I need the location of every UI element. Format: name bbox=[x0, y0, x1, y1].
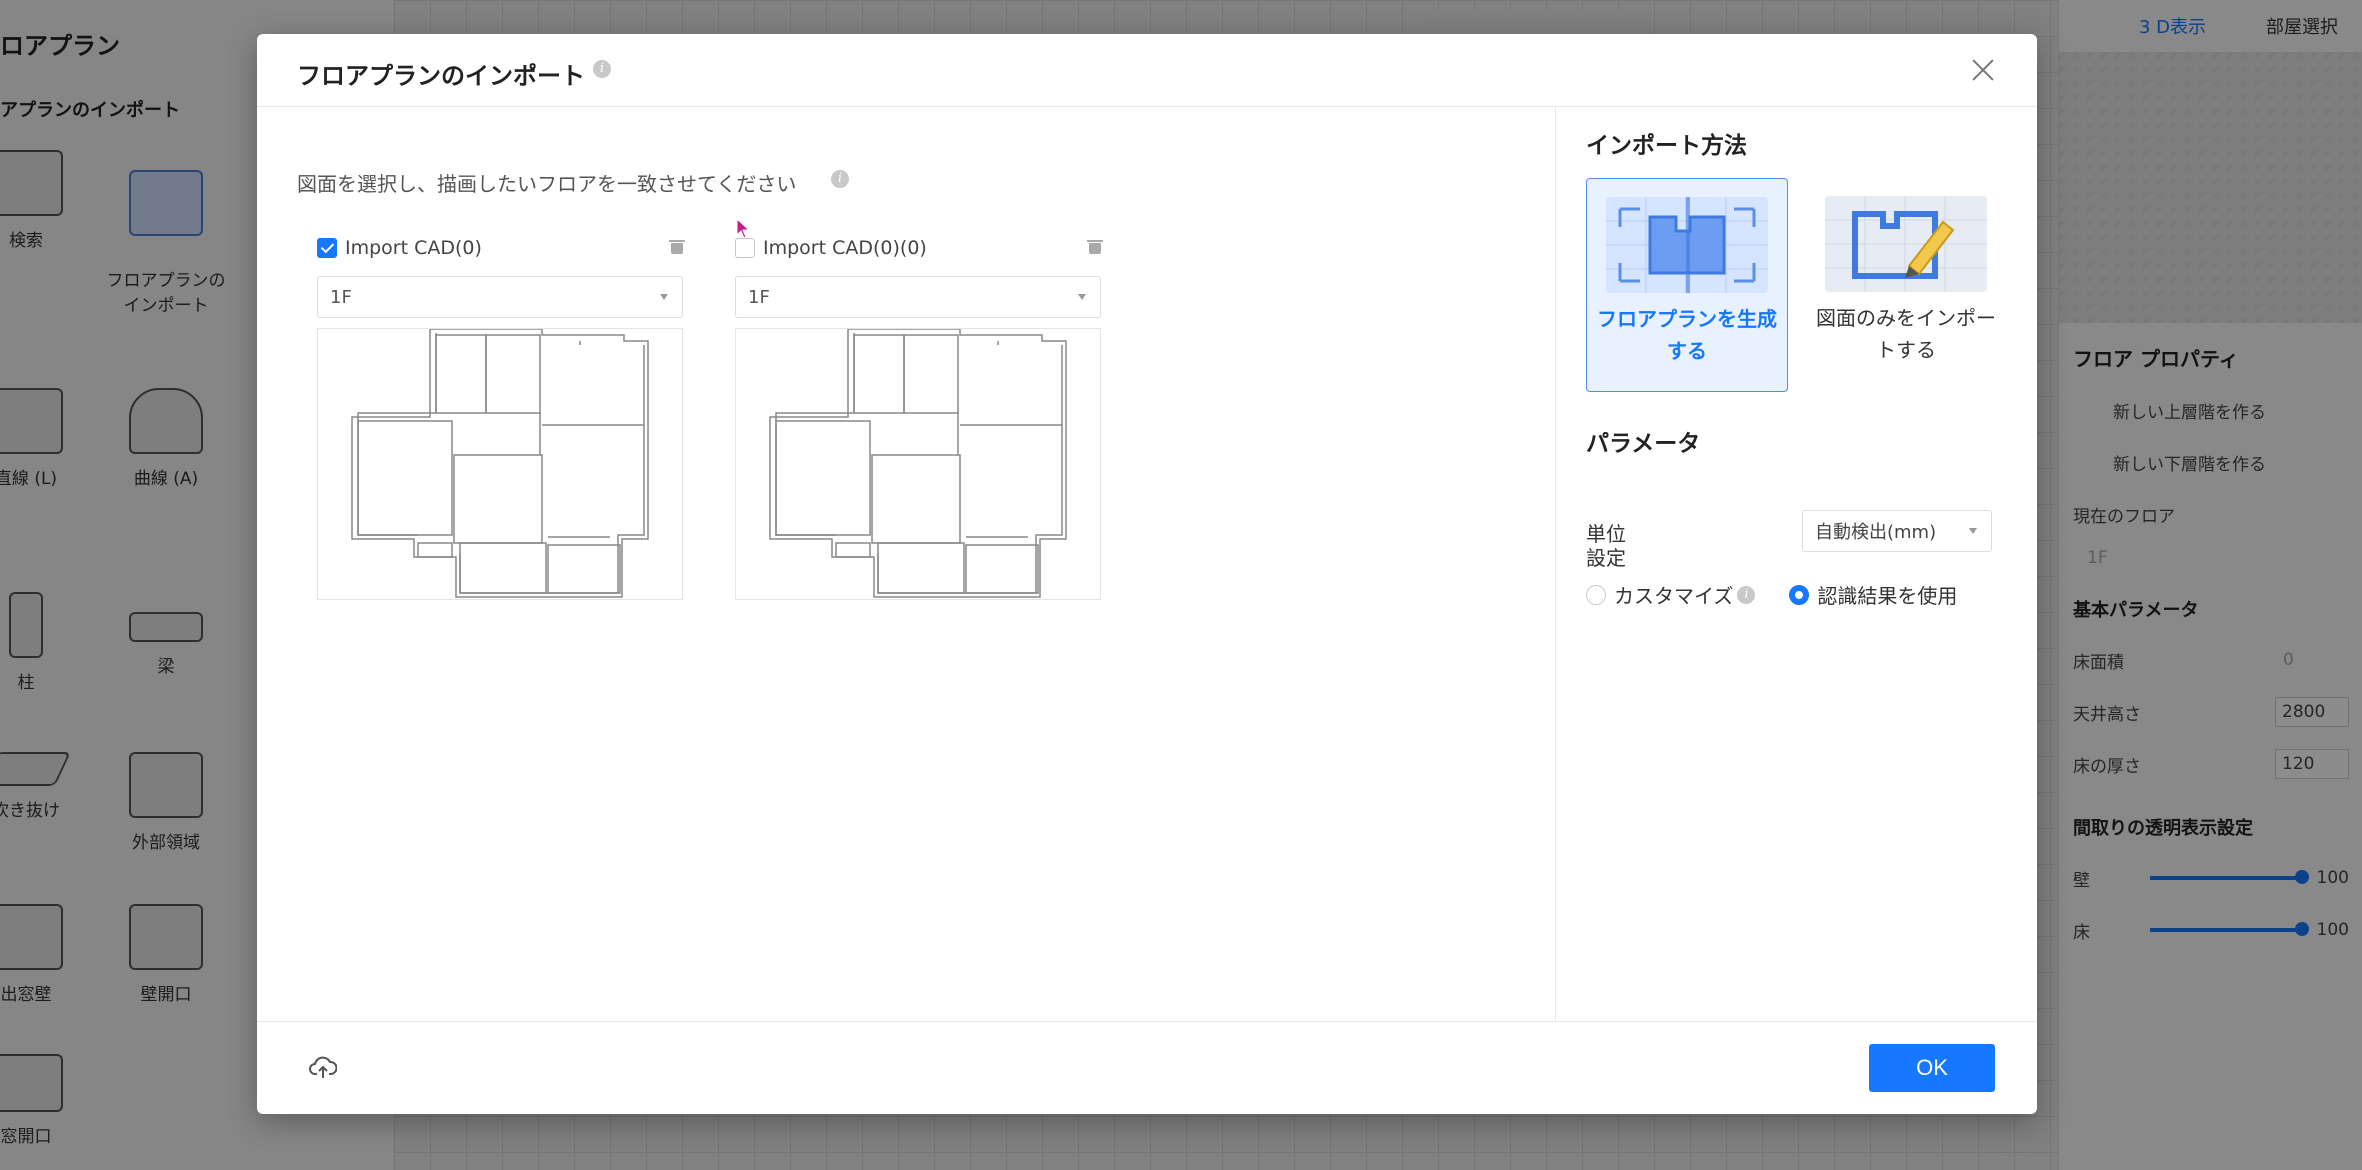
drawing-card: Import CAD(0)(0) 1F bbox=[735, 232, 1103, 600]
close-icon[interactable] bbox=[1969, 56, 1997, 84]
drawing-card: Import CAD(0) 1F bbox=[317, 232, 685, 600]
caret-down-icon bbox=[1078, 294, 1086, 300]
drawing-card-header: Import CAD(0)(0) bbox=[735, 232, 1103, 264]
drawing-name: Import CAD(0) bbox=[345, 237, 482, 259]
settings-radio-group: カスタマイズ i 認識結果を使用 bbox=[1586, 580, 1957, 609]
upload-cloud-icon[interactable] bbox=[309, 1054, 337, 1082]
method-generate-floorplan[interactable]: フロアプランを生成する bbox=[1586, 178, 1788, 392]
trash-icon[interactable] bbox=[1087, 240, 1103, 254]
dialog-header: フロアプランのインポート i bbox=[257, 34, 2037, 107]
method-label: 図面のみをインポートする bbox=[1816, 306, 1996, 362]
drawing-checkbox[interactable] bbox=[735, 238, 755, 258]
radio-customize-label[interactable]: カスタマイズ bbox=[1614, 580, 1733, 609]
method-import-drawing-only[interactable]: 図面のみをインポートする bbox=[1806, 178, 2006, 390]
drawing-selection-area: 図面を選択し、描画したいフロアを一致させてください i Import CAD(0… bbox=[257, 106, 1556, 1022]
generate-floorplan-icon bbox=[1606, 197, 1768, 293]
radio-use-recognized[interactable] bbox=[1789, 584, 1810, 605]
drawing-checkbox[interactable] bbox=[317, 238, 337, 258]
floorplan-thumbnail bbox=[317, 328, 683, 600]
ok-button[interactable]: OK bbox=[1869, 1044, 1995, 1092]
caret-down-icon bbox=[660, 294, 668, 300]
caret-down-icon bbox=[1969, 528, 1977, 534]
info-icon[interactable]: i bbox=[1737, 585, 1756, 604]
info-icon[interactable]: i bbox=[831, 170, 849, 188]
import-floorplan-dialog: フロアプランのインポート i 図面を選択し、描画したいフロアを一致させてください… bbox=[257, 34, 2037, 1114]
drawing-name: Import CAD(0)(0) bbox=[763, 237, 927, 259]
floorplan-drawing bbox=[769, 328, 1067, 598]
params-title: パラメータ bbox=[1586, 431, 1701, 457]
dialog-footer: OK bbox=[257, 1021, 2037, 1114]
drawing-card-header: Import CAD(0) bbox=[317, 232, 685, 264]
trash-icon[interactable] bbox=[669, 240, 685, 254]
radio-use-recognized-label[interactable]: 認識結果を使用 bbox=[1817, 580, 1957, 609]
floorplan-drawing bbox=[351, 328, 649, 598]
info-icon[interactable]: i bbox=[593, 60, 611, 78]
import-drawing-icon bbox=[1825, 196, 1987, 292]
settings-label: 設定 bbox=[1586, 546, 1626, 570]
floor-select[interactable]: 1F bbox=[735, 276, 1101, 318]
radio-customize[interactable] bbox=[1586, 584, 1606, 605]
import-options-panel: インポート方法 フロアプランを生成する 図面のみをインポートする パラメータ 単… bbox=[1556, 106, 2037, 1022]
instruction-text: 図面を選択し、描画したいフロアを一致させてください bbox=[297, 172, 797, 196]
mouse-cursor-icon bbox=[736, 218, 750, 239]
floorplan-thumbnail bbox=[735, 328, 1101, 600]
floor-select[interactable]: 1F bbox=[317, 276, 683, 318]
method-label: フロアプランを生成する bbox=[1597, 307, 1777, 363]
dialog-title: フロアプランのインポート bbox=[297, 62, 585, 90]
import-method-title: インポート方法 bbox=[1586, 133, 1747, 159]
unit-select[interactable]: 自動検出(mm) bbox=[1802, 510, 1992, 552]
